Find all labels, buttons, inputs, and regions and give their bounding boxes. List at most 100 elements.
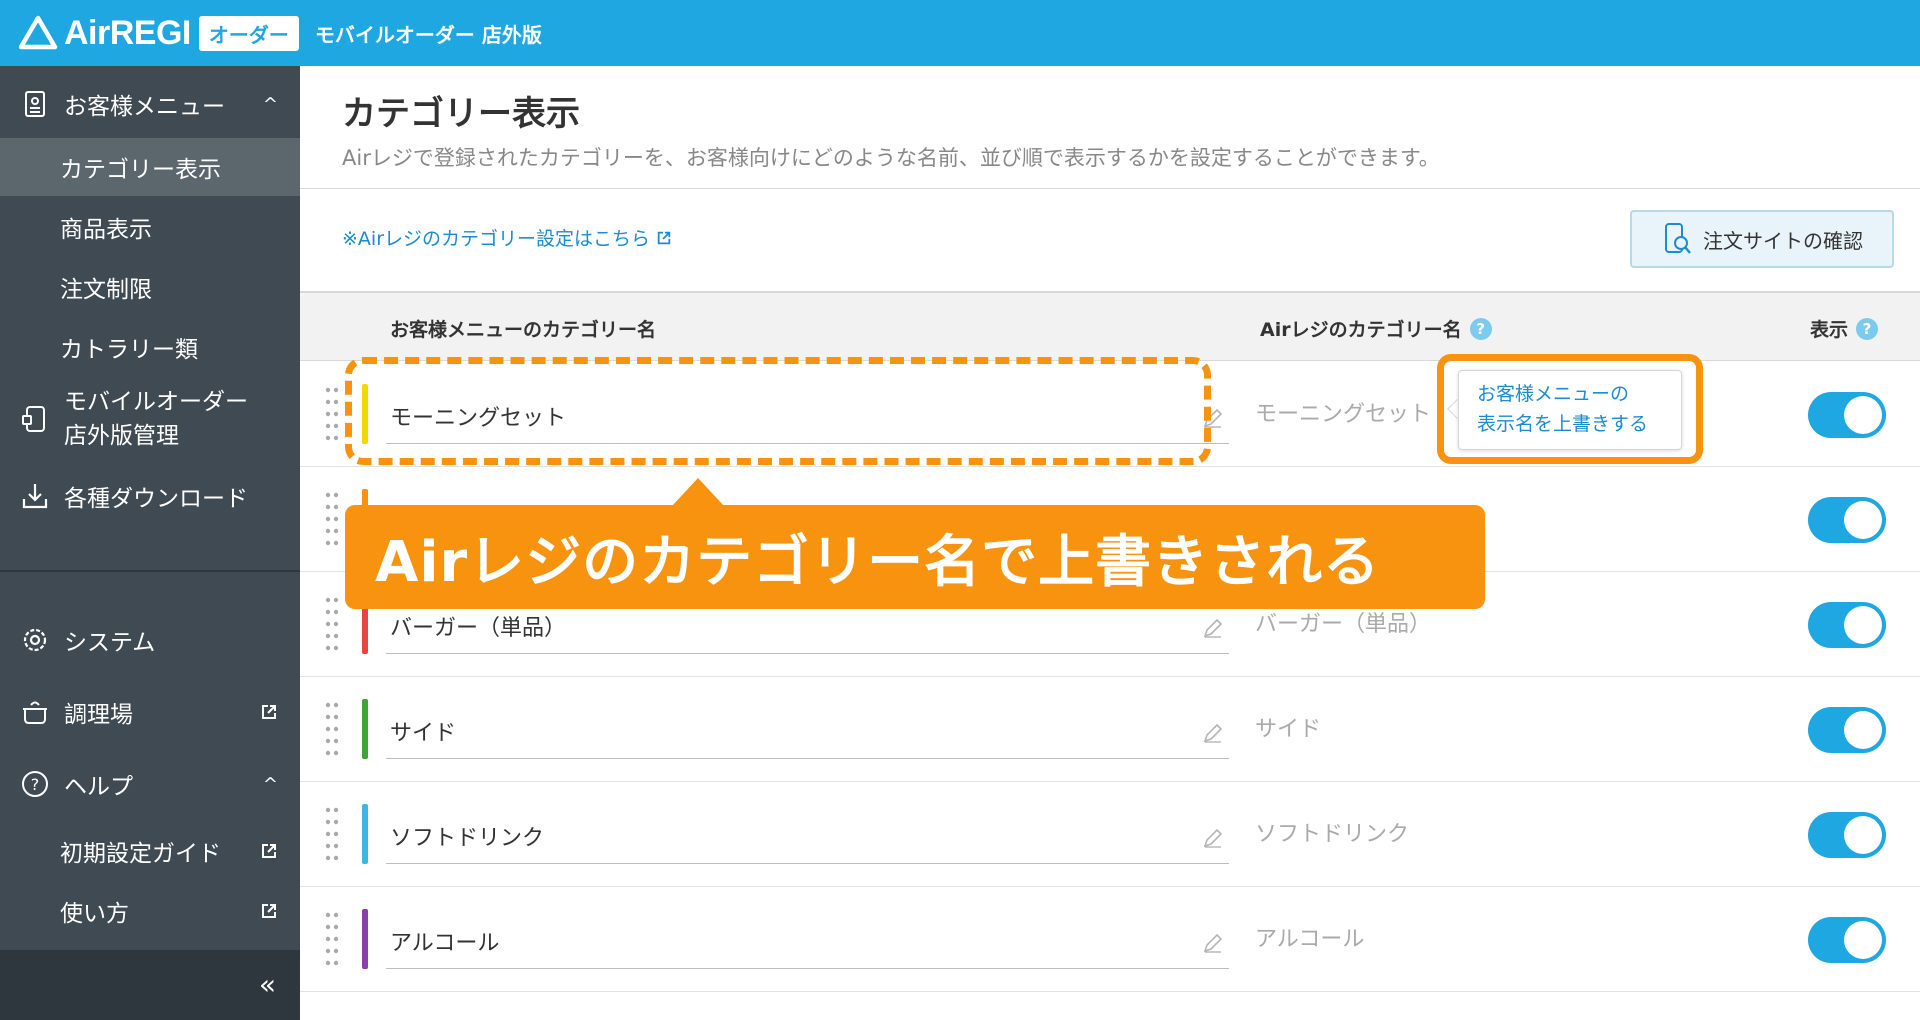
category-name-input[interactable]: アルコール — [386, 909, 1229, 969]
tooltip-line: お客様メニューの — [1477, 383, 1630, 405]
pencil-edit-icon[interactable] — [1201, 826, 1225, 850]
sidebar-item-label: 初期設定ガイド — [60, 841, 221, 867]
sidebar-item-how-to-use[interactable]: 使い方 — [0, 882, 300, 940]
sidebar-item-customer-menu[interactable]: お客様メニュー ^ — [0, 74, 300, 134]
airregi-category-name: サイド — [1255, 717, 1322, 742]
callout-text: Airレジのカテゴリー名で上書きされる — [375, 529, 1381, 595]
logo-badge: オーダー — [198, 15, 299, 51]
column-customer-category-name: お客様メニューのカテゴリー名 — [390, 319, 657, 341]
drag-handle-icon[interactable] — [324, 804, 340, 864]
column-label: 表示 — [1810, 319, 1849, 341]
sidebar-item-category-display[interactable]: カテゴリー表示 — [0, 138, 300, 196]
sidebar-item-downloads[interactable]: 各種ダウンロード — [0, 466, 300, 526]
sidebar-item-label: 使い方 — [60, 901, 129, 927]
external-link-icon — [262, 705, 276, 719]
sidebar-item-order-limit[interactable]: 注文制限 — [0, 258, 300, 316]
sidebar-item-cutlery[interactable]: カトラリー類 — [0, 318, 300, 376]
sidebar-item-label: カトラリー類 — [60, 337, 198, 363]
order-site-preview-button[interactable]: 注文サイトの確認 — [1630, 210, 1894, 268]
help-question-icon[interactable]: ? — [1469, 317, 1492, 340]
sidebar: お客様メニュー ^ カテゴリー表示 商品表示 注文制限 カトラリー類 モバイルオ… — [0, 66, 300, 1020]
override-tooltip: お客様メニューの 表示名を上書きする — [1458, 370, 1682, 450]
airregi-category-settings-link[interactable]: ※Airレジのカテゴリー設定はこちら — [342, 224, 672, 251]
pencil-edit-icon[interactable] — [1201, 721, 1225, 745]
external-link-icon — [657, 231, 671, 244]
sidebar-item-system[interactable]: システム — [0, 610, 300, 670]
pencil-edit-icon[interactable] — [1201, 616, 1225, 640]
collapse-sidebar-icon[interactable]: « — [259, 968, 276, 1001]
category-name-value: アルコール — [390, 931, 500, 956]
cooking-pot-icon — [18, 695, 52, 729]
display-toggle[interactable] — [1808, 707, 1886, 753]
pencil-edit-icon[interactable] — [1201, 931, 1225, 955]
display-toggle[interactable] — [1808, 497, 1886, 543]
chevron-up-icon: ^ — [262, 93, 278, 115]
table-row: アルコール アルコール — [300, 887, 1920, 992]
toggle-knob — [1844, 396, 1882, 434]
category-color-bar — [362, 699, 368, 759]
phone-search-icon — [1665, 223, 1691, 254]
drag-handle-icon[interactable] — [324, 489, 340, 549]
airregi-category-name: アルコール — [1255, 927, 1365, 952]
sidebar-divider — [0, 570, 300, 572]
display-toggle[interactable] — [1808, 602, 1886, 648]
toggle-knob — [1844, 816, 1882, 854]
sidebar-item-label: 調理場 — [64, 702, 133, 728]
category-name-input[interactable]: ソフトドリンク — [386, 804, 1229, 864]
chevron-up-icon: ^ — [262, 773, 278, 795]
svg-text:?: ? — [31, 775, 40, 794]
drag-handle-icon[interactable] — [324, 594, 340, 654]
category-color-bar — [362, 909, 368, 969]
sidebar-item-label: カテゴリー表示 — [60, 157, 221, 183]
sidebar-item-kitchen[interactable]: 調理場 — [0, 682, 300, 742]
column-airregi-category-name: Airレジのカテゴリー名 ? — [1260, 315, 1492, 342]
column-label: Airレジのカテゴリー名 — [1260, 319, 1462, 341]
sidebar-item-label: 注文制限 — [60, 277, 152, 303]
gear-icon — [18, 623, 52, 657]
top-bar: AirREGI オーダー モバイルオーダー 店外版 — [0, 0, 1920, 66]
drag-handle-icon[interactable] — [324, 699, 340, 759]
display-toggle[interactable] — [1808, 392, 1886, 438]
display-toggle[interactable] — [1808, 917, 1886, 963]
logo-text: AirREGI — [64, 13, 191, 52]
divider — [300, 188, 1920, 189]
display-toggle[interactable] — [1808, 812, 1886, 858]
sidebar-item-setup-guide[interactable]: 初期設定ガイド — [0, 822, 300, 880]
category-name-value: バーガー（単品） — [390, 616, 567, 641]
column-display: 表示 ? — [1810, 315, 1879, 342]
external-link-icon — [262, 904, 276, 918]
sidebar-item-label: ヘルプ — [64, 774, 133, 800]
toggle-knob — [1844, 606, 1882, 644]
page-title: カテゴリー表示 — [342, 94, 580, 134]
logo-triangle-icon — [18, 15, 58, 50]
drag-handle-icon[interactable] — [324, 909, 340, 969]
app-title: モバイルオーダー 店外版 — [314, 22, 542, 47]
category-name-input[interactable]: サイド — [386, 699, 1229, 759]
category-color-bar — [362, 804, 368, 864]
link-label: ※Airレジのカテゴリー設定はこちら — [342, 228, 651, 250]
phone-order-icon — [18, 402, 52, 436]
toggle-knob — [1844, 711, 1882, 749]
airregi-category-name: ソフトドリンク — [1255, 822, 1410, 847]
page-description: Airレジで登録されたカテゴリーを、お客様向けにどのような名前、並び順で表示する… — [342, 146, 1440, 170]
airregi-category-name: モーニングセット — [1255, 402, 1432, 427]
callout-arrow — [672, 478, 724, 506]
airregi-logo[interactable]: AirREGI オーダー — [18, 13, 299, 53]
sidebar-item-product-display[interactable]: 商品表示 — [0, 198, 300, 256]
airregi-category-name: バーガー（単品） — [1255, 612, 1432, 637]
drag-handle-icon[interactable] — [324, 384, 340, 444]
sidebar-item-mobile-order-admin[interactable]: モバイルオーダー 店外版管理 — [0, 382, 300, 456]
button-label: 注文サイトの確認 — [1703, 228, 1863, 253]
download-icon — [18, 479, 52, 513]
sidebar-item-label: お客様メニュー — [64, 94, 225, 120]
annotation-dashed-highlight — [345, 357, 1211, 465]
external-link-icon — [262, 844, 276, 858]
annotation-callout: Airレジのカテゴリー名で上書きされる — [345, 505, 1485, 609]
sidebar-item-label: 商品表示 — [60, 217, 152, 243]
category-name-value: ソフトドリンク — [390, 826, 545, 851]
menu-book-icon — [18, 87, 52, 121]
sidebar-item-label: モバイルオーダー — [64, 389, 248, 415]
help-circle-icon: ? — [18, 767, 52, 801]
sidebar-item-help[interactable]: ? ヘルプ ^ — [0, 754, 300, 814]
help-question-icon[interactable]: ? — [1856, 317, 1879, 340]
